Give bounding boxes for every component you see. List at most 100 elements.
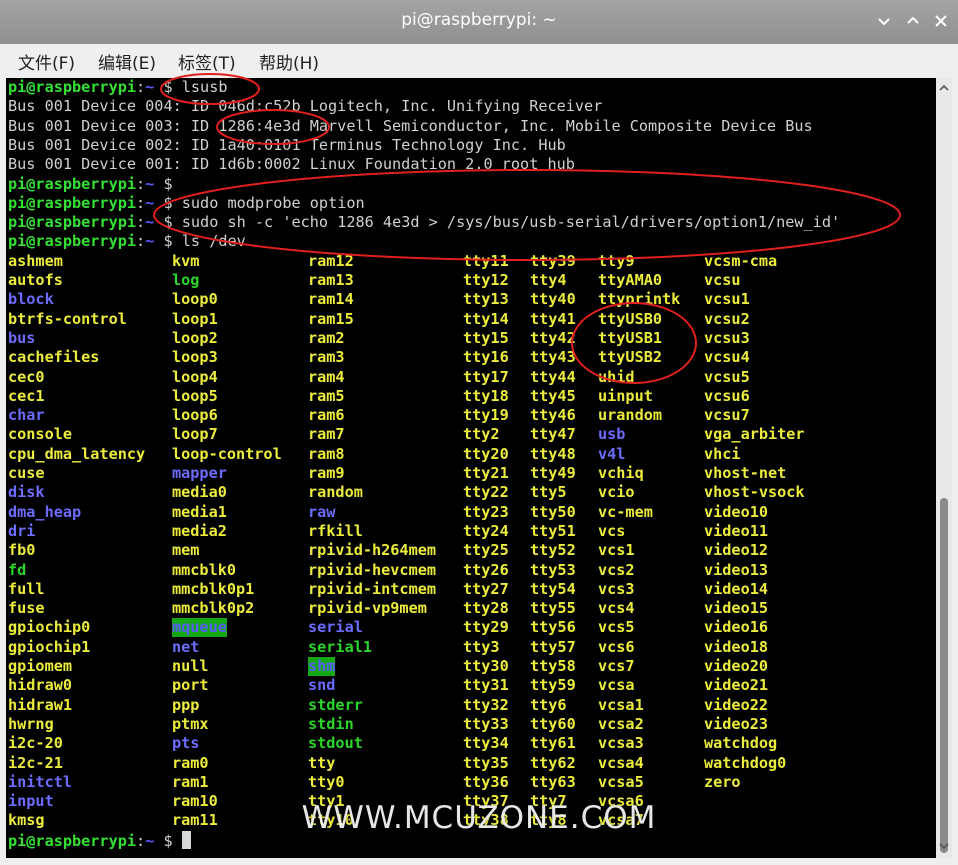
menu-file[interactable]: 文件(F) bbox=[18, 49, 75, 74]
dev-entry: tty5 bbox=[530, 483, 567, 502]
dev-entry: tty1 bbox=[308, 792, 345, 811]
dev-entry: tty48 bbox=[530, 444, 576, 463]
dev-entry: btrfs-control bbox=[8, 309, 127, 328]
dev-entry: loop5 bbox=[172, 386, 218, 405]
dev-entry: vcs7 bbox=[598, 657, 635, 675]
dev-entry: tty41 bbox=[530, 309, 576, 328]
dev-entry: video14 bbox=[704, 579, 769, 598]
dev-entry: tty27 bbox=[463, 579, 509, 598]
dev-entry: video16 bbox=[704, 618, 769, 637]
dev-entry: vcsa4 bbox=[598, 753, 644, 772]
dev-entry: video18 bbox=[704, 637, 769, 656]
dev-entry: full bbox=[8, 579, 45, 598]
dev-entry: ram12 bbox=[308, 251, 354, 270]
dev-entry: tty2 bbox=[463, 425, 500, 444]
prompt-dollar: $ bbox=[154, 232, 173, 251]
dev-entry: char bbox=[8, 406, 45, 425]
dev-entry: loop-control bbox=[172, 444, 282, 463]
dev-entry: video15 bbox=[704, 599, 769, 618]
dev-entry: tty50 bbox=[530, 502, 576, 521]
dev-entry: block bbox=[8, 290, 54, 309]
dev-entry: ram4 bbox=[308, 367, 345, 386]
dev-entry: tty52 bbox=[530, 541, 576, 560]
dev-entry: ttyprintk bbox=[598, 290, 681, 309]
dev-entry: uhid bbox=[598, 367, 635, 386]
scroll-up-icon bbox=[939, 84, 949, 91]
menu-help[interactable]: 帮助(H) bbox=[259, 49, 319, 74]
dev-entry: fuse bbox=[8, 599, 45, 618]
dev-entry: tty57 bbox=[530, 637, 576, 656]
dev-entry: vcsu4 bbox=[704, 348, 750, 367]
dev-entry: ram15 bbox=[308, 309, 354, 328]
dev-entry: ttyAMA0 bbox=[598, 271, 663, 289]
dev-entry: rpivid-intcmem bbox=[308, 579, 437, 598]
dev-entry: fd bbox=[8, 560, 27, 579]
minimize-button[interactable] bbox=[873, 10, 895, 32]
terminal-line: pi@raspberrypi:~ $ sudo sh -c 'echo 1286… bbox=[8, 213, 840, 232]
dev-entry: vcs2 bbox=[598, 560, 635, 579]
dev-entry: tty30 bbox=[463, 657, 509, 675]
dev-entry: tty12 bbox=[463, 271, 509, 289]
dev-entry: tty19 bbox=[463, 406, 509, 425]
dev-entry: tty62 bbox=[530, 753, 576, 772]
dev-entry: tty39 bbox=[530, 251, 576, 270]
prompt-path: ~ bbox=[145, 193, 155, 212]
prompt-user: pi@raspberrypi bbox=[8, 193, 137, 212]
dev-entry: tty31 bbox=[463, 676, 509, 695]
dev-entry: tty24 bbox=[463, 521, 509, 540]
dev-entry: vcsu6 bbox=[704, 386, 750, 405]
dev-entry: vcs6 bbox=[598, 637, 635, 656]
title-bar[interactable]: pi@raspberrypi: ~ bbox=[0, 0, 958, 44]
dev-entry: tty38 bbox=[463, 811, 509, 830]
menu-tabs[interactable]: 标签(T) bbox=[178, 49, 236, 74]
dev-entry: tty6 bbox=[530, 695, 567, 714]
maximize-button[interactable] bbox=[902, 10, 924, 32]
dev-entry: mmcblk0p2 bbox=[172, 599, 255, 618]
dev-entry: rpivid-hevcmem bbox=[308, 560, 437, 579]
command-text: sudo modprobe option bbox=[172, 193, 365, 212]
dev-entry: loop4 bbox=[172, 367, 218, 386]
scrollbar-thumb[interactable] bbox=[940, 498, 948, 853]
dev-entry: ram8 bbox=[308, 444, 345, 463]
dev-entry: random bbox=[308, 483, 363, 502]
dev-entry: fb0 bbox=[8, 541, 36, 560]
dev-entry: tty17 bbox=[463, 367, 509, 386]
dev-entry: mapper bbox=[172, 464, 227, 482]
dev-entry: ram9 bbox=[308, 464, 345, 482]
dev-entry: tty29 bbox=[463, 618, 509, 637]
output-line: Bus 001 Device 003: ID 1286:4e3d Marvell… bbox=[8, 116, 813, 135]
prompt-dollar: $ bbox=[154, 193, 173, 212]
dev-entry: null bbox=[172, 657, 209, 675]
dev-entry: dma_heap bbox=[8, 502, 82, 521]
dev-entry: stdin bbox=[308, 714, 354, 733]
prompt-user: pi@raspberrypi bbox=[8, 78, 137, 96]
dev-entry: vchiq bbox=[598, 464, 644, 482]
dev-entry: ram6 bbox=[308, 406, 345, 425]
dev-entry: raw bbox=[308, 502, 336, 521]
dev-entry: loop3 bbox=[172, 348, 218, 367]
dev-entry: tty25 bbox=[463, 541, 509, 560]
dev-entry: tty37 bbox=[463, 792, 509, 811]
dev-entry: watchdog bbox=[704, 734, 778, 753]
chevron-up-icon bbox=[907, 16, 919, 24]
terminal-output[interactable]: pi@raspberrypi:~ $ lsusb Bus 001 Device 0… bbox=[6, 78, 936, 858]
dev-entry: ttyUSB2 bbox=[598, 348, 663, 367]
dev-entry: ram5 bbox=[308, 386, 345, 405]
dev-entry: video21 bbox=[704, 676, 769, 695]
dev-entry: hidraw1 bbox=[8, 695, 73, 714]
dev-entry: media0 bbox=[172, 483, 227, 502]
terminal-line: pi@raspberrypi:~ $ ls /dev bbox=[8, 232, 246, 251]
close-button[interactable] bbox=[930, 10, 952, 32]
prompt-path: ~ bbox=[145, 831, 155, 850]
terminal-line: pi@raspberrypi:~ $ sudo modprobe option bbox=[8, 194, 365, 213]
scrollbar[interactable] bbox=[936, 78, 952, 858]
prompt-dollar: $ bbox=[154, 78, 173, 96]
dev-entry: stdout bbox=[308, 734, 363, 753]
dev-entry: shm bbox=[308, 657, 336, 676]
dev-entry: tty59 bbox=[530, 676, 576, 695]
menu-edit[interactable]: 编辑(E) bbox=[98, 49, 156, 74]
dev-entry: initctl bbox=[8, 772, 73, 791]
dev-entry: tty14 bbox=[463, 309, 509, 328]
prompt-dollar: $ bbox=[154, 213, 173, 232]
prompt-path: ~ bbox=[145, 232, 155, 251]
